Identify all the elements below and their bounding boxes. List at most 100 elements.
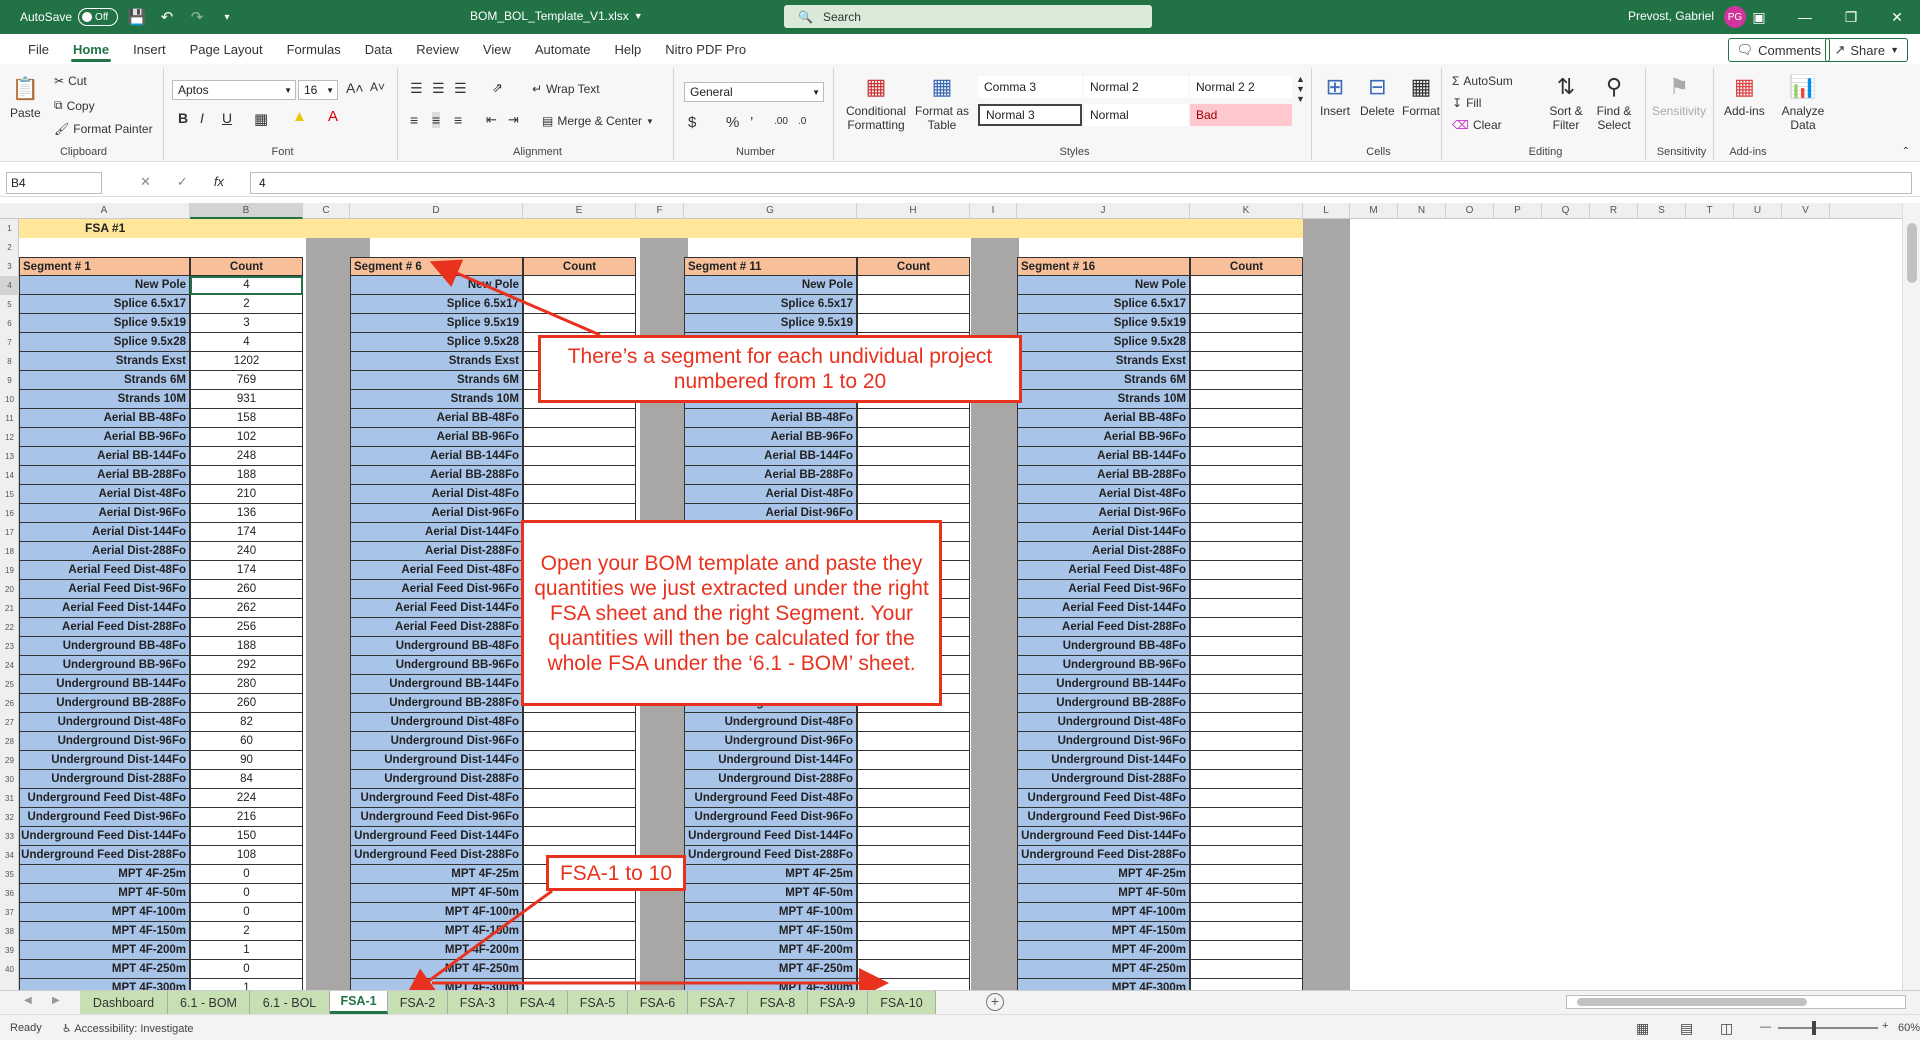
redo-icon[interactable]: ↷ bbox=[186, 8, 208, 26]
style-normal-2[interactable]: Normal 2 bbox=[1084, 76, 1188, 98]
tab-review[interactable]: Review bbox=[404, 34, 471, 64]
align-right-icon[interactable]: ≡ bbox=[454, 112, 462, 128]
underline-icon[interactable]: U bbox=[222, 110, 232, 126]
align-middle-icon[interactable]: ☰ bbox=[432, 80, 445, 97]
wrap-text-button[interactable]: ↵ Wrap Text bbox=[532, 82, 600, 96]
sheet-tab-fsa-5[interactable]: FSA-5 bbox=[568, 991, 628, 1014]
orientation-icon[interactable]: ⇗ bbox=[492, 80, 503, 96]
accessibility-status[interactable]: ♿ Accessibility: Investigate bbox=[62, 1022, 194, 1035]
tab-nitro-pdf[interactable]: Nitro PDF Pro bbox=[653, 34, 758, 64]
next-sheet-icon[interactable]: ▶ bbox=[52, 995, 60, 1006]
tab-formulas[interactable]: Formulas bbox=[275, 34, 353, 64]
decrease-indent-icon[interactable]: ⇤ bbox=[486, 112, 497, 128]
merge-center-button[interactable]: ▤ Merge & Center ▼ bbox=[542, 114, 654, 128]
addins-button[interactable]: ▦ Add-ins bbox=[1724, 72, 1765, 119]
increase-decimal-icon[interactable]: .00 bbox=[774, 116, 788, 127]
sheet-tab-fsa-10[interactable]: FSA-10 bbox=[868, 991, 936, 1014]
fill-color-icon[interactable]: ▲ bbox=[292, 108, 307, 125]
format-cells-button[interactable]: ▦ Format bbox=[1402, 72, 1440, 119]
sheet-tab-fsa-4[interactable]: FSA-4 bbox=[508, 991, 568, 1014]
sheet-tab-dashboard[interactable]: Dashboard bbox=[80, 991, 168, 1014]
styles-gallery-scroll-icon[interactable]: ▲ ▼ ▼ bbox=[1296, 74, 1305, 104]
tab-page-layout[interactable]: Page Layout bbox=[178, 34, 275, 64]
font-name-select[interactable]: Aptos ▼ bbox=[172, 80, 296, 100]
style-normal[interactable]: Normal bbox=[1084, 104, 1188, 126]
cancel-icon[interactable]: ✕ bbox=[140, 174, 151, 190]
zoom-slider-thumb[interactable] bbox=[1812, 1021, 1816, 1035]
ribbon-display-icon[interactable]: ▣ bbox=[1736, 0, 1782, 34]
percent-icon[interactable]: % bbox=[726, 114, 739, 131]
vertical-scroll-thumb[interactable] bbox=[1907, 223, 1917, 283]
insert-function-icon[interactable]: fx bbox=[214, 174, 224, 190]
borders-icon[interactable]: ▦ bbox=[254, 110, 268, 128]
tab-home[interactable]: Home bbox=[61, 34, 121, 64]
tab-help[interactable]: Help bbox=[603, 34, 654, 64]
sheet-tab-6-1-bol[interactable]: 6.1 - BOL bbox=[250, 991, 330, 1014]
paste-button[interactable]: 📋 Paste bbox=[10, 74, 41, 121]
sheet-tab-fsa-8[interactable]: FSA-8 bbox=[748, 991, 808, 1014]
prev-sheet-icon[interactable]: ◀ bbox=[24, 995, 32, 1006]
sheet-tab-fsa-9[interactable]: FSA-9 bbox=[808, 991, 868, 1014]
vertical-scrollbar[interactable] bbox=[1902, 203, 1920, 990]
style-normal-3[interactable]: Normal 3 bbox=[978, 104, 1082, 126]
formula-input[interactable]: 4 bbox=[250, 172, 1912, 194]
autosum-button[interactable]: Σ AutoSum bbox=[1452, 74, 1513, 88]
style-bad[interactable]: Bad bbox=[1190, 104, 1292, 126]
number-format-select[interactable]: General ▼ bbox=[684, 82, 824, 102]
tab-data[interactable]: Data bbox=[353, 34, 404, 64]
align-bottom-icon[interactable]: ☰ bbox=[454, 80, 467, 97]
tab-view[interactable]: View bbox=[471, 34, 523, 64]
fill-button[interactable]: ↧ Fill bbox=[1452, 96, 1481, 110]
collapse-ribbon-icon[interactable]: ⌃ bbox=[1902, 146, 1910, 157]
sheet-tab-fsa-2[interactable]: FSA-2 bbox=[388, 991, 448, 1014]
add-sheet-icon[interactable]: + bbox=[986, 993, 1004, 1011]
worksheet-grid[interactable]: ABCDEFGHIJKLMNOPQRSTUV 1 2 3 4 5 6 7 8 9 10 11 12 13… bbox=[0, 203, 1920, 990]
minimize-icon[interactable]: — bbox=[1782, 0, 1828, 34]
italic-icon[interactable]: I bbox=[200, 110, 204, 126]
tab-file[interactable]: File bbox=[16, 34, 61, 64]
increase-font-icon[interactable]: A˄ bbox=[346, 80, 364, 96]
zoom-slider[interactable] bbox=[1778, 1021, 1878, 1035]
tab-automate[interactable]: Automate bbox=[523, 34, 603, 64]
horizontal-scroll-thumb[interactable] bbox=[1577, 998, 1807, 1006]
bold-icon[interactable]: B bbox=[178, 110, 188, 126]
font-size-select[interactable]: 16 ▼ bbox=[298, 80, 338, 100]
sensitivity-button[interactable]: ⚑ Sensitivity bbox=[1652, 72, 1706, 119]
font-color-icon[interactable]: A bbox=[328, 108, 338, 125]
page-break-view-icon[interactable]: ◫ bbox=[1720, 1020, 1733, 1037]
decrease-font-icon[interactable]: A˅ bbox=[370, 80, 385, 94]
currency-icon[interactable]: $ bbox=[688, 114, 696, 131]
file-name[interactable]: BOM_BOL_Template_V1.xlsx ▼ bbox=[470, 9, 643, 23]
close-icon[interactable]: ✕ bbox=[1874, 0, 1920, 34]
tab-insert[interactable]: Insert bbox=[121, 34, 178, 64]
format-as-table-button[interactable]: ▦ Format as Table bbox=[914, 72, 970, 133]
format-painter-button[interactable]: 🖌 Format Painter bbox=[54, 122, 153, 136]
copy-button[interactable]: ⧉ Copy bbox=[54, 98, 95, 113]
zoom-out-icon[interactable]: — bbox=[1760, 1021, 1771, 1033]
horizontal-scrollbar[interactable] bbox=[1566, 995, 1906, 1009]
align-left-icon[interactable]: ≡ bbox=[410, 112, 418, 128]
sheet-tab-fsa-7[interactable]: FSA-7 bbox=[688, 991, 748, 1014]
name-box[interactable]: B4 bbox=[6, 172, 102, 194]
cut-button[interactable]: ✂ Cut bbox=[54, 74, 87, 88]
increase-indent-icon[interactable]: ⇥ bbox=[508, 112, 519, 128]
user-name[interactable]: Prevost, Gabriel bbox=[1628, 9, 1714, 23]
sheet-tab-fsa-1[interactable]: FSA-1 bbox=[330, 991, 388, 1014]
comments-button[interactable]: 🗨 Comments bbox=[1727, 38, 1830, 62]
zoom-level[interactable]: 60% bbox=[1898, 1022, 1920, 1034]
search-box[interactable]: 🔍 Search bbox=[784, 5, 1152, 28]
align-top-icon[interactable]: ☰ bbox=[410, 80, 423, 97]
sort-filter-button[interactable]: ⇅ Sort & Filter bbox=[1546, 72, 1586, 133]
sheet-tab-fsa-6[interactable]: FSA-6 bbox=[628, 991, 688, 1014]
style-normal-2-2[interactable]: Normal 2 2 bbox=[1190, 76, 1292, 98]
style-comma-3[interactable]: Comma 3 bbox=[978, 76, 1082, 98]
normal-view-icon[interactable]: ▦ bbox=[1636, 1020, 1649, 1037]
insert-cells-button[interactable]: ⊞ Insert bbox=[1320, 72, 1350, 119]
analyze-data-button[interactable]: 📊 Analyze Data bbox=[1778, 72, 1828, 133]
sheet-tab-fsa-3[interactable]: FSA-3 bbox=[448, 991, 508, 1014]
delete-cells-button[interactable]: ⊟ Delete bbox=[1360, 72, 1395, 119]
decrease-decimal-icon[interactable]: .0 bbox=[798, 116, 806, 127]
comma-icon[interactable]: ’ bbox=[750, 114, 753, 131]
enter-icon[interactable]: ✓ bbox=[177, 174, 188, 190]
autosave[interactable]: AutoSave Off bbox=[20, 8, 119, 26]
